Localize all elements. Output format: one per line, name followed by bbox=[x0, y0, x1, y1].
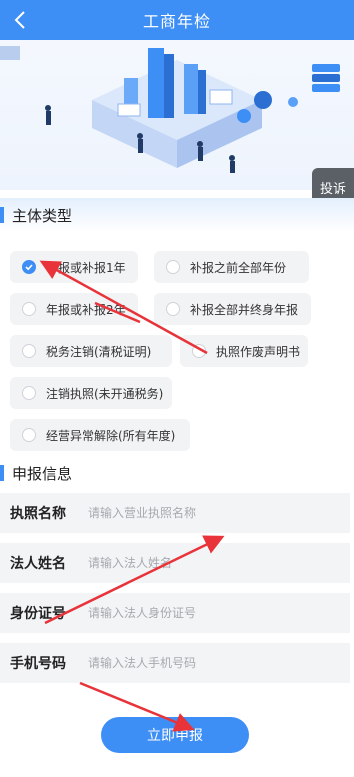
option-supplement-lifetime[interactable]: 补报全部并终身年报 bbox=[154, 293, 311, 325]
section-title: 申报信息 bbox=[12, 464, 73, 483]
phone-number-field: 手机号码 bbox=[0, 643, 350, 683]
option-tax-deregistration[interactable]: 税务注销(清税证明) bbox=[10, 335, 172, 367]
section-title: 主体类型 bbox=[12, 206, 73, 225]
legal-person-name-field: 法人姓名 bbox=[0, 543, 350, 583]
top-nav-bar: 工商年检 bbox=[0, 0, 354, 40]
radio-unchecked-icon bbox=[166, 260, 180, 274]
radio-checked-icon bbox=[22, 260, 36, 274]
radio-unchecked-icon bbox=[166, 302, 180, 316]
option-annual-report-2y[interactable]: 年报或补报2年 bbox=[10, 293, 138, 325]
page-title: 工商年检 bbox=[142, 12, 211, 31]
phone-number-input[interactable] bbox=[88, 656, 328, 670]
option-label: 执照作废声明书 bbox=[216, 344, 301, 359]
option-cancel-license[interactable]: 注销执照(未开通税务) bbox=[10, 377, 172, 409]
id-number-input[interactable] bbox=[88, 606, 328, 620]
radio-unchecked-icon bbox=[22, 386, 36, 400]
option-label: 税务注销(清税证明) bbox=[46, 344, 152, 359]
option-label: 年报或补报1年 bbox=[46, 260, 126, 275]
section-declaration-info: 申报信息 bbox=[0, 456, 354, 490]
option-annual-report-1y[interactable]: 年报或补报1年 bbox=[10, 251, 138, 283]
option-supplement-all-years[interactable]: 补报之前全部年份 bbox=[154, 251, 309, 283]
option-abnormal-release[interactable]: 经营异常解除(所有年度) bbox=[10, 419, 190, 451]
option-label: 补报之前全部年份 bbox=[190, 260, 287, 275]
id-number-field: 身份证号 bbox=[0, 593, 350, 633]
chevron-left-icon bbox=[14, 11, 25, 29]
legal-person-name-input[interactable] bbox=[88, 556, 328, 570]
back-button[interactable] bbox=[6, 6, 34, 34]
banner-illustration bbox=[0, 40, 354, 190]
field-label: 执照名称 bbox=[10, 506, 66, 522]
license-name-field: 执照名称 bbox=[0, 493, 350, 533]
radio-unchecked-icon bbox=[22, 428, 36, 442]
radio-unchecked-icon bbox=[192, 344, 206, 358]
section-entity-type: 主体类型 bbox=[0, 198, 354, 232]
option-label: 注销执照(未开通税务) bbox=[46, 386, 164, 401]
radio-unchecked-icon bbox=[22, 344, 36, 358]
option-label: 年报或补报2年 bbox=[46, 302, 126, 317]
option-label: 补报全部并终身年报 bbox=[190, 302, 299, 317]
license-name-input[interactable] bbox=[88, 506, 328, 520]
option-label: 经营异常解除(所有年度) bbox=[46, 428, 176, 443]
radio-unchecked-icon bbox=[22, 302, 36, 316]
field-label: 手机号码 bbox=[10, 656, 66, 672]
submit-button[interactable]: 立即申报 bbox=[101, 717, 249, 753]
option-license-void-statement[interactable]: 执照作废声明书 bbox=[180, 335, 308, 367]
field-label: 法人姓名 bbox=[10, 556, 66, 572]
field-label: 身份证号 bbox=[10, 606, 66, 622]
